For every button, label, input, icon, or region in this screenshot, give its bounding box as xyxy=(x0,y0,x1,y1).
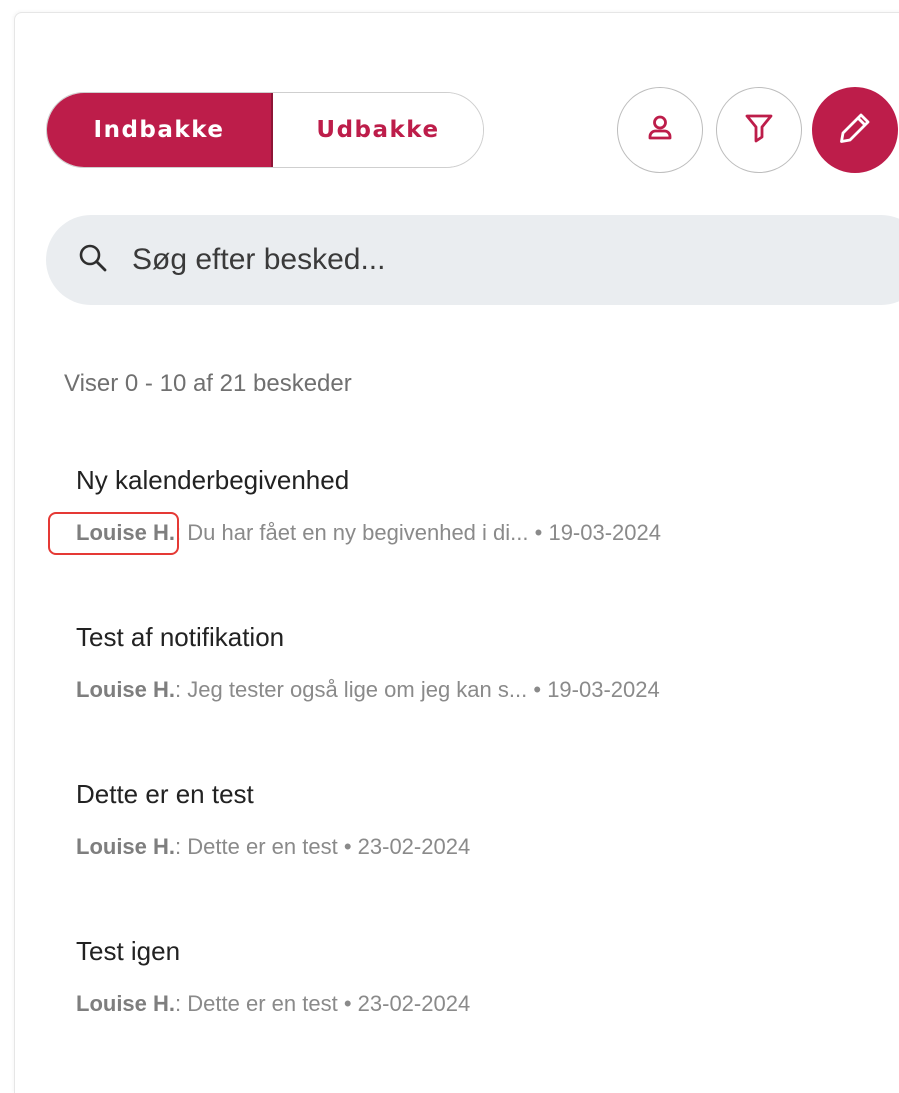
message-subject: Ny kalenderbegivenhed xyxy=(76,465,350,495)
mailbox-toggle: Indbakke Udbakke xyxy=(46,92,484,168)
tab-inbox[interactable]: Indbakke xyxy=(47,93,273,167)
tab-outbox[interactable]: Udbakke xyxy=(273,93,483,167)
message-sender: Louise H. xyxy=(76,834,176,859)
message-preview: Dette er en test xyxy=(187,834,338,859)
sender-colon: : xyxy=(175,834,182,859)
message-item[interactable]: Dette er en test Louise H.: Dette er en … xyxy=(76,776,876,933)
search-input[interactable] xyxy=(130,242,734,278)
search-icon xyxy=(78,243,108,278)
message-sender: Louise H. xyxy=(76,520,176,545)
message-subject: Dette er en test xyxy=(76,779,254,809)
message-date: 23-02-2024 xyxy=(357,991,471,1016)
message-meta: Louise H.: Dette er en test • 23-02-2024 xyxy=(76,832,876,862)
meta-separator: • xyxy=(343,834,352,859)
message-preview: Jeg tester også lige om jeg kan s... xyxy=(187,677,528,702)
message-subject: Test af notifikation xyxy=(76,622,285,652)
meta-separator: • xyxy=(533,677,542,702)
pencil-icon xyxy=(838,111,872,150)
message-subject: Test igen xyxy=(76,936,181,966)
message-preview: Du har fået en ny begivenhed i di... xyxy=(187,520,529,545)
message-date: 19-03-2024 xyxy=(547,677,660,702)
sender-colon: : xyxy=(175,677,182,702)
message-sender: Louise H. xyxy=(76,677,176,702)
filter-icon xyxy=(744,112,774,149)
message-item[interactable]: Test af notifikation Louise H.: Jeg test… xyxy=(76,619,876,776)
message-sender: Louise H. xyxy=(76,991,176,1016)
message-date: 19-03-2024 xyxy=(548,520,661,545)
message-meta: Louise H.: Dette er en test • 23-02-2024 xyxy=(76,989,876,1019)
message-item[interactable]: Test igen Louise H.: Dette er en test • … xyxy=(76,933,876,1090)
search-bar xyxy=(46,215,899,305)
message-count: Viser 0 - 10 af 21 beskeder xyxy=(64,370,352,397)
compose-button[interactable] xyxy=(812,87,898,173)
message-list: Ny kalenderbegivenhed Louise H.: Du har … xyxy=(76,462,876,1090)
message-meta: Louise H.: Jeg tester også lige om jeg k… xyxy=(76,675,876,705)
meta-separator: • xyxy=(343,991,352,1016)
sender-colon: : xyxy=(175,991,182,1016)
meta-separator: • xyxy=(534,520,543,545)
message-date: 23-02-2024 xyxy=(357,834,471,859)
person-icon xyxy=(645,113,675,148)
message-preview: Dette er en test xyxy=(187,991,338,1016)
message-meta: Louise H.: Du har fået en ny begivenhed … xyxy=(76,518,876,548)
message-item[interactable]: Ny kalenderbegivenhed Louise H.: Du har … xyxy=(76,462,876,619)
filter-button[interactable] xyxy=(716,87,802,173)
recipient-filter-button[interactable] xyxy=(617,87,703,173)
